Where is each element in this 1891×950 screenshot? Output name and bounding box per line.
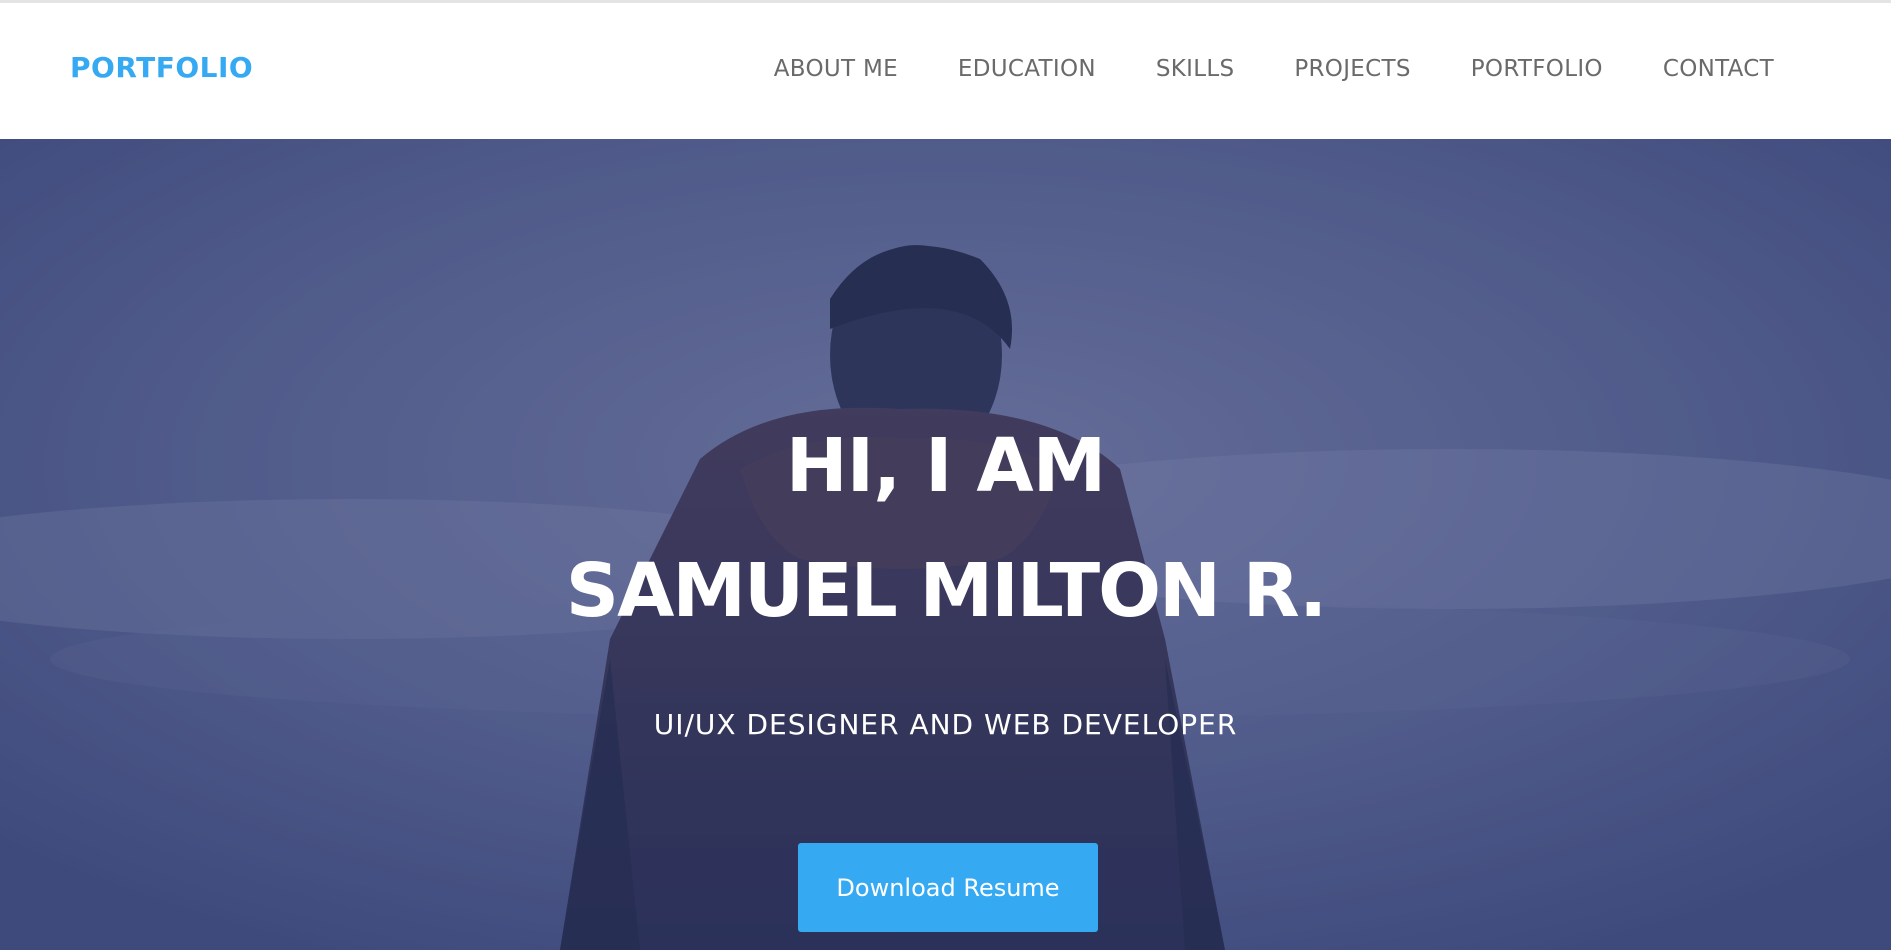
main-nav: ABOUT ME EDUCATION SKILLS PROJECTS PORTF…: [714, 56, 1774, 82]
nav-link-projects[interactable]: PROJECTS: [1294, 56, 1410, 82]
nav-link-about-me[interactable]: ABOUT ME: [774, 56, 898, 82]
download-resume-button[interactable]: Download Resume: [798, 843, 1098, 932]
brand-logo[interactable]: PORTFOLIO: [70, 51, 253, 84]
page: PORTFOLIO ABOUT ME EDUCATION SKILLS PROJ…: [0, 0, 1891, 950]
nav-item-education: EDUCATION: [958, 56, 1096, 82]
hero-greeting: HI, I AM: [785, 423, 1107, 509]
nav-item-contact: CONTACT: [1663, 56, 1774, 82]
hero-section: HI, I AM SAMUEL MILTON R. UI/UX DESIGNER…: [0, 139, 1891, 950]
nav-link-education[interactable]: EDUCATION: [958, 56, 1096, 82]
nav-item-skills: SKILLS: [1156, 56, 1235, 82]
nav-item-projects: PROJECTS: [1294, 56, 1410, 82]
nav-item-portfolio: PORTFOLIO: [1471, 56, 1603, 82]
nav-link-contact[interactable]: CONTACT: [1663, 56, 1774, 82]
nav-link-portfolio[interactable]: PORTFOLIO: [1471, 56, 1603, 82]
hero-content: HI, I AM SAMUEL MILTON R. UI/UX DESIGNER…: [0, 139, 1891, 950]
site-header: PORTFOLIO ABOUT ME EDUCATION SKILLS PROJ…: [0, 0, 1891, 139]
nav-item-about: ABOUT ME: [774, 56, 898, 82]
hero-role: UI/UX DESIGNER AND WEB DEVELOPER: [653, 708, 1238, 741]
hero-name: SAMUEL MILTON R.: [565, 548, 1327, 634]
nav-link-skills[interactable]: SKILLS: [1156, 56, 1235, 82]
